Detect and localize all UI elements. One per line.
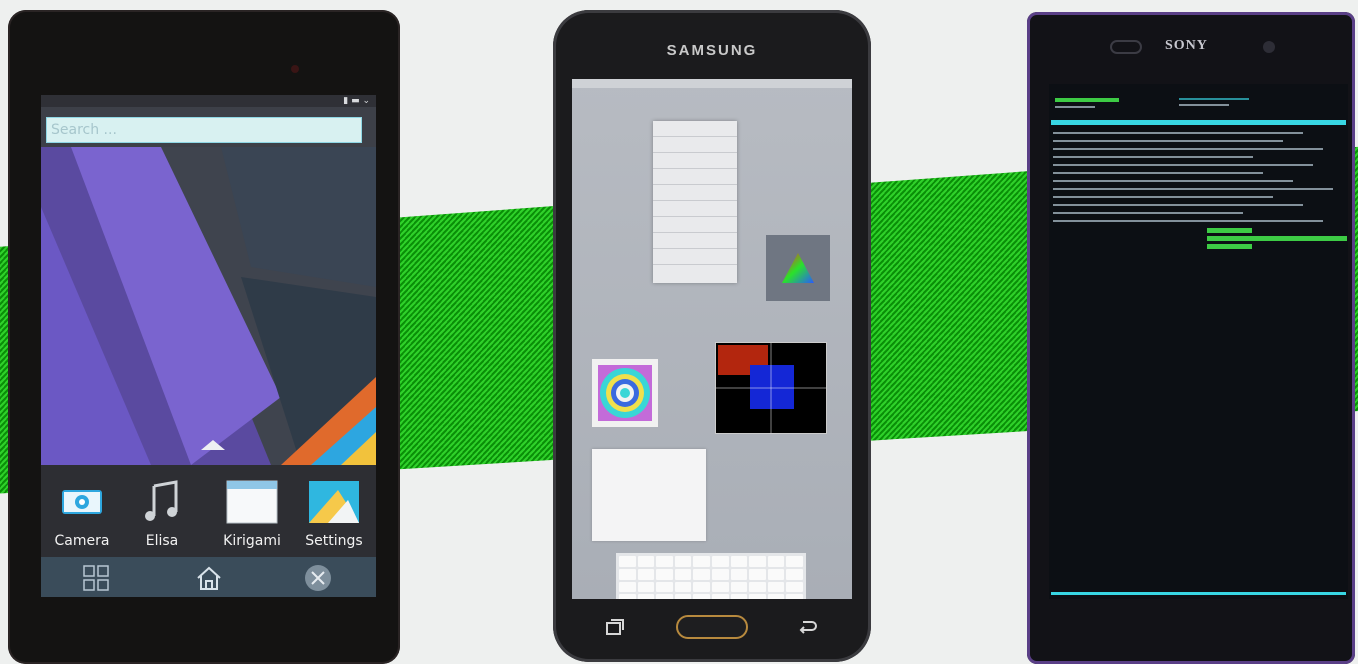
front-camera (1263, 41, 1275, 53)
home-icon[interactable] (194, 563, 224, 593)
circles-window[interactable] (592, 359, 658, 427)
app-label: Camera (54, 533, 110, 549)
app-label: Kirigami (223, 533, 281, 549)
squares-window[interactable] (715, 342, 827, 434)
process-row (1053, 156, 1253, 158)
home-button[interactable] (676, 615, 748, 639)
status-bar (572, 79, 852, 88)
earpiece (1110, 40, 1142, 54)
tablet-device: ▮ ▬ ⌄ Search ... Camera Elisa Kirigami S… (8, 10, 400, 664)
function-key-bar[interactable] (1051, 592, 1346, 595)
app-label: Elisa (145, 533, 179, 549)
app-dock: Camera Elisa Kirigami Settings (41, 465, 376, 557)
terminal-screen (1049, 84, 1348, 599)
music-note-icon (136, 479, 188, 525)
process-row (1053, 132, 1303, 134)
status-bar: ▮ ▬ ⌄ (41, 95, 376, 107)
samsung-phone: SAMSUNG (553, 10, 871, 662)
process-row (1053, 196, 1273, 198)
brand-logo: SONY (1165, 38, 1208, 53)
process-row (1053, 220, 1323, 222)
process-row (1053, 188, 1333, 190)
highlight-row (1207, 236, 1347, 241)
sony-phone: SONY (1027, 12, 1355, 664)
window-icon (226, 479, 278, 525)
wallpaper (41, 147, 376, 465)
triangle-window[interactable] (766, 235, 830, 301)
virtual-keyboard[interactable] (616, 553, 806, 599)
brand-logo: SAMSUNG (666, 42, 758, 59)
cpu-meter (1055, 98, 1119, 102)
tablet-screen: ▮ ▬ ⌄ Search ... Camera Elisa Kirigami S… (41, 95, 376, 597)
recent-apps-icon[interactable] (605, 618, 625, 640)
highlight-row (1207, 244, 1252, 249)
menu-window[interactable] (653, 121, 737, 283)
process-row (1053, 164, 1313, 166)
app-kirigami[interactable]: Kirigami (217, 479, 287, 549)
process-row (1053, 140, 1283, 142)
process-row (1053, 148, 1323, 150)
header-bar (1051, 120, 1346, 125)
front-camera (291, 65, 299, 73)
settings-icon (308, 479, 360, 525)
summary-text (1179, 98, 1249, 100)
phone-screen (572, 79, 852, 599)
app-elisa[interactable]: Elisa (127, 479, 197, 549)
process-row (1053, 172, 1263, 174)
mem-meter (1055, 106, 1095, 108)
summary-text (1179, 104, 1229, 106)
camera-icon (56, 479, 108, 525)
hardware-buttons (553, 606, 871, 646)
app-settings[interactable]: Settings (299, 479, 369, 549)
app-camera[interactable]: Camera (47, 479, 117, 549)
process-row (1053, 204, 1303, 206)
blank-window[interactable] (592, 449, 706, 541)
process-row (1053, 212, 1243, 214)
app-label: Settings (305, 533, 363, 549)
back-icon[interactable] (797, 618, 817, 640)
navigation-bar (41, 557, 376, 597)
highlight-row (1207, 228, 1252, 233)
close-icon[interactable] (303, 563, 333, 593)
grid-icon[interactable] (81, 563, 111, 593)
search-input[interactable]: Search ... (46, 117, 362, 143)
drawer-up-arrow[interactable] (201, 440, 225, 450)
status-icons: ▮ ▬ ⌄ (343, 96, 370, 106)
process-row (1053, 180, 1293, 182)
